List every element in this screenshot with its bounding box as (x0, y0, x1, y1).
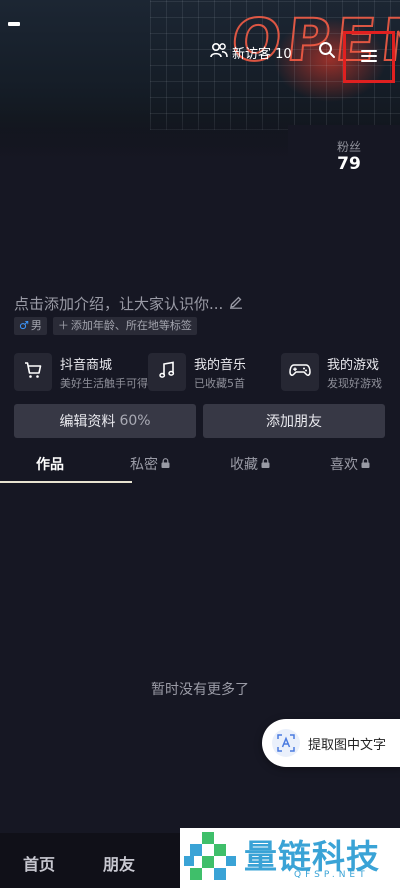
text-scan-icon (272, 729, 300, 757)
add-tags-label: 添加年龄、所在地等标签 (70, 319, 192, 332)
gender-tag-label: 男 (30, 319, 42, 332)
add-friend-label: 添加朋友 (266, 414, 322, 430)
plus-icon: ＋ (57, 319, 69, 332)
active-tab-indicator (0, 481, 132, 483)
extract-text-label: 提取图中文字 (308, 737, 387, 753)
tab-favorites[interactable]: 收藏 (200, 448, 300, 480)
lock-icon (361, 456, 370, 472)
hamburger-menu-icon (361, 48, 377, 67)
service-subtitle: 发现好游戏 (327, 376, 382, 390)
service-games[interactable]: 我的游戏 发现好游戏 (281, 352, 400, 392)
extract-text-button[interactable]: 提取图中文字 (262, 719, 400, 767)
service-title: 抖音商城 (60, 357, 113, 373)
fans-label: 粉丝 (336, 140, 361, 154)
people-icon (210, 42, 228, 62)
lock-icon (261, 456, 270, 472)
new-visitors-button[interactable]: 新访客 10 (210, 42, 292, 62)
add-intro-button[interactable]: 点击添加介绍，让大家认识你... (14, 292, 243, 314)
gender-tag[interactable]: ♂ 男 (14, 317, 47, 335)
edit-profile-label: 编辑资料 (59, 414, 116, 430)
tab-label: 私密 (130, 457, 158, 473)
cart-icon (23, 360, 43, 384)
profile-completion: 60% (119, 413, 151, 429)
tab-likes[interactable]: 喜欢 (300, 448, 400, 480)
male-icon: ♂ (19, 319, 29, 332)
service-shop[interactable]: 抖音商城 美好生活触手可得 (14, 352, 148, 392)
tab-label: 收藏 (230, 457, 258, 473)
status-bar-indicator (8, 22, 20, 26)
pencil-icon (229, 294, 243, 313)
fans-count[interactable]: 79 (300, 154, 398, 174)
watermark-subtext: QFSP.NET (294, 870, 369, 880)
services-row: 抖音商城 美好生活触手可得 我的音乐 已收藏5首 我的游戏 发现好游戏 (14, 352, 400, 392)
watermark: 量链科技 QFSP.NET (180, 828, 400, 888)
nav-home[interactable]: 首页 (23, 851, 55, 875)
watermark-logo (184, 832, 236, 880)
menu-button[interactable] (343, 31, 395, 83)
gamepad-icon (289, 361, 311, 383)
service-title: 我的游戏 (327, 357, 380, 373)
music-icon (157, 360, 177, 384)
add-friend-button[interactable]: 添加朋友 (203, 404, 385, 438)
service-subtitle: 美好生活触手可得 (60, 376, 148, 390)
tab-private[interactable]: 私密 (100, 448, 200, 480)
search-button[interactable] (313, 38, 341, 66)
profile-tags: ♂ 男 ＋ 添加年龄、所在地等标签 (14, 317, 197, 335)
service-subtitle: 已收藏5首 (194, 376, 245, 390)
edit-profile-button[interactable]: 编辑资料 60% (14, 404, 196, 438)
tab-works[interactable]: 作品 (0, 448, 100, 480)
service-music[interactable]: 我的音乐 已收藏5首 (148, 352, 281, 392)
intro-text: 点击添加介绍，让大家认识你... (14, 294, 224, 313)
tab-label: 作品 (36, 457, 64, 473)
tab-label: 喜欢 (330, 457, 358, 473)
nav-friends[interactable]: 朋友 (103, 851, 135, 875)
search-icon (318, 41, 336, 63)
lock-icon (161, 456, 170, 472)
empty-state-message: 暂时没有更多了 (151, 682, 249, 698)
content-tabs: 作品 私密 收藏 喜欢 (0, 448, 400, 484)
add-tags-button[interactable]: ＋ 添加年龄、所在地等标签 (52, 317, 197, 335)
service-title: 我的音乐 (194, 357, 247, 373)
new-visitors-label: 新访客 10 (232, 46, 292, 62)
